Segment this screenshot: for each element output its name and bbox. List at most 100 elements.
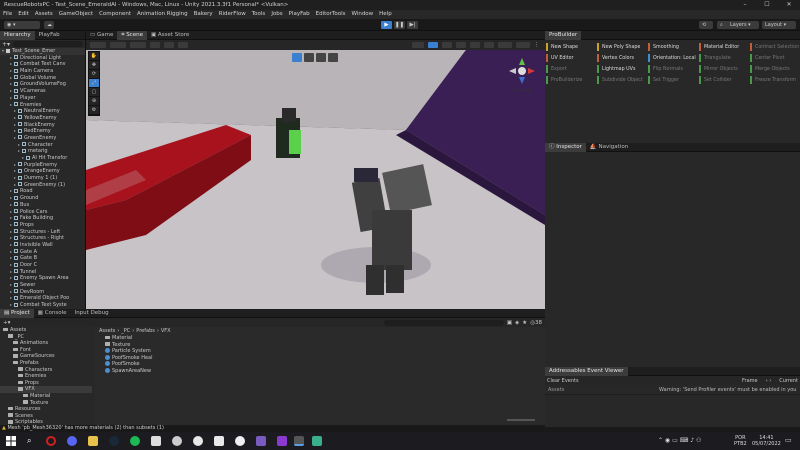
opera-icon[interactable] <box>46 436 56 446</box>
effects-icon[interactable] <box>470 42 480 48</box>
hierarchy-item[interactable]: ▸ RedEnemy <box>0 128 85 135</box>
project-search-input[interactable] <box>383 319 504 326</box>
search-taskbar-icon[interactable]: ⌕ <box>27 436 37 446</box>
hierarchy-item[interactable]: ▸ Structures - Right <box>0 235 85 242</box>
menu-help[interactable]: Help <box>376 10 395 19</box>
hierarchy-item[interactable]: ▸ Police Cars <box>0 209 85 216</box>
tab-asset-store[interactable]: ▣ Asset Store <box>147 31 193 40</box>
minimize-button[interactable]: – <box>734 0 756 10</box>
hierarchy-item[interactable]: ▸ Invisible Wall <box>0 242 85 249</box>
probuilder-button[interactable]: Mirror Objects <box>699 64 750 74</box>
camera-icon[interactable] <box>498 42 512 48</box>
breadcrumb-item[interactable]: Assets <box>99 328 115 334</box>
probuilder-button[interactable]: Export <box>546 64 597 74</box>
hierarchy-item[interactable]: ▸ Door C <box>0 262 85 269</box>
project-tree-item[interactable]: Texture <box>0 400 92 407</box>
tab-addressables[interactable]: Addressables Event Viewer <box>545 366 628 376</box>
probuilder-button[interactable]: Contract Selection <box>750 42 800 52</box>
chrome-icon[interactable] <box>193 436 203 446</box>
project-tree-item[interactable]: Props <box>0 380 92 387</box>
tab-scene[interactable]: ⌗ Scene <box>117 30 147 40</box>
probuilder-button[interactable]: New Shape <box>546 42 597 52</box>
menu-animation-rigging[interactable]: Animation Rigging <box>134 10 191 19</box>
tab-inspector[interactable]: ⓘ Inspector <box>545 142 586 152</box>
probuilder-button[interactable]: Lightmap UVs <box>597 64 648 74</box>
probuilder-button[interactable]: Set Collider <box>699 75 750 85</box>
probuilder-button[interactable]: Flip Normals <box>648 64 699 74</box>
project-tree-item[interactable]: Resources <box>0 406 92 413</box>
hierarchy-item[interactable]: ▸ Dummy 1 (1) <box>0 175 85 182</box>
menu-assets[interactable]: Assets <box>32 10 56 19</box>
probuilder-button[interactable]: ProBuilderize <box>546 75 597 85</box>
menu-editortools[interactable]: EditorTools <box>313 10 349 19</box>
more-icon[interactable]: ⋮ <box>534 42 542 48</box>
tab-input-debug[interactable]: Input Debug <box>71 309 113 318</box>
hierarchy-item[interactable]: ▸ Directional Light <box>0 55 85 62</box>
hierarchy-item[interactable]: ▸ Tunnel <box>0 269 85 276</box>
history-icon[interactable]: ⟲ <box>699 21 713 29</box>
draw-mode-icon[interactable] <box>412 42 424 48</box>
asset-item[interactable]: SpawnAreaNew <box>105 367 545 375</box>
hierarchy-item[interactable]: ▸ YellowEnemy <box>0 115 85 122</box>
face-mode-icon[interactable] <box>328 53 338 62</box>
hierarchy-item[interactable]: ▸ Combat Text Canv <box>0 61 85 68</box>
windows-start-icon[interactable] <box>6 436 16 446</box>
breadcrumb-item[interactable]: Prefabs <box>136 328 155 334</box>
current-button[interactable]: Current <box>779 378 798 384</box>
clock-app-icon[interactable] <box>235 436 245 446</box>
breadcrumb-item[interactable]: _PC <box>121 328 130 334</box>
hierarchy-item[interactable]: ▸ Global Volume <box>0 75 85 82</box>
object-mode-icon[interactable] <box>292 53 302 62</box>
hierarchy-item[interactable]: ▸ Gate B <box>0 255 85 262</box>
asset-item[interactable]: Texture <box>105 342 545 349</box>
custom-tool-icon[interactable]: ⚙ <box>89 106 99 115</box>
transform-tool-icon[interactable]: ⊕ <box>89 97 99 106</box>
hierarchy-item[interactable]: ▸ VCameras <box>0 88 85 95</box>
probuilder-button[interactable]: UV Editor <box>546 53 597 63</box>
hierarchy-item[interactable]: ▸ BlackEnemy <box>0 122 85 129</box>
hierarchy-item[interactable]: ▸ GreenEnemy <box>0 135 85 142</box>
project-tree-item[interactable]: Font <box>0 347 92 354</box>
project-tree-item[interactable]: VFX <box>0 386 92 393</box>
unity-hub-icon[interactable] <box>214 436 224 446</box>
project-tree-item[interactable]: _PC <box>0 334 92 341</box>
tab-hierarchy[interactable]: Hierarchy <box>0 30 35 40</box>
scale-tool-icon[interactable]: ⤢ <box>89 79 99 88</box>
menu-file[interactable]: File <box>0 10 15 19</box>
probuilder-button[interactable]: Vertex Colors <box>597 53 648 63</box>
steam-icon[interactable] <box>109 436 119 446</box>
menu-window[interactable]: Window <box>348 10 376 19</box>
hierarchy-scene-root[interactable]: ▾ Test_Scene_Emer <box>0 48 85 55</box>
audio-icon[interactable] <box>456 42 466 48</box>
visual-studio-icon[interactable] <box>277 436 287 446</box>
pause-button[interactable]: ❚❚ <box>394 21 405 29</box>
local-dropdown[interactable] <box>110 42 126 48</box>
zoom-slider[interactable] <box>507 419 535 421</box>
grid-icon[interactable] <box>150 42 160 48</box>
probuilder-button[interactable]: Triangulate <box>699 53 750 63</box>
hierarchy-item[interactable]: ▸ Character <box>0 142 85 149</box>
project-tree-item[interactable]: GameSources <box>0 353 92 360</box>
project-tree-item[interactable]: Scenes <box>0 413 92 420</box>
vertex-mode-icon[interactable] <box>304 53 314 62</box>
hierarchy-item[interactable]: ▸ Fake Building <box>0 215 85 222</box>
project-tree-item[interactable]: Prefabs <box>0 360 92 367</box>
account-button[interactable]: ◉ ▾ <box>4 21 40 29</box>
clear-events-button[interactable]: Clear Events <box>547 378 579 384</box>
hand-tool-icon[interactable]: ✋ <box>89 52 99 61</box>
menu-gameobject[interactable]: GameObject <box>56 10 96 19</box>
probuilder-button[interactable]: New Poly Shape <box>597 42 648 52</box>
2d-toggle[interactable] <box>428 42 438 48</box>
hierarchy-item[interactable]: ▸ Bus <box>0 202 85 209</box>
hierarchy-item[interactable]: ▸ Road <box>0 188 85 195</box>
rotate-icon[interactable] <box>178 42 188 48</box>
visibility-icon[interactable] <box>484 42 494 48</box>
snap-dropdown[interactable] <box>130 42 146 48</box>
step-button[interactable]: ▶| <box>407 21 418 29</box>
hierarchy-search-input[interactable] <box>13 41 83 47</box>
layers-dropdown[interactable]: Layers ▾ <box>727 21 759 29</box>
hierarchy-item[interactable]: ▸ GreenEnemy (1) <box>0 182 85 189</box>
tab-game[interactable]: ▭ Game <box>86 31 117 40</box>
hierarchy-item[interactable]: ▸ AI Hit Transfor <box>0 155 85 162</box>
rotate-tool-icon[interactable]: ⟳ <box>89 70 99 79</box>
